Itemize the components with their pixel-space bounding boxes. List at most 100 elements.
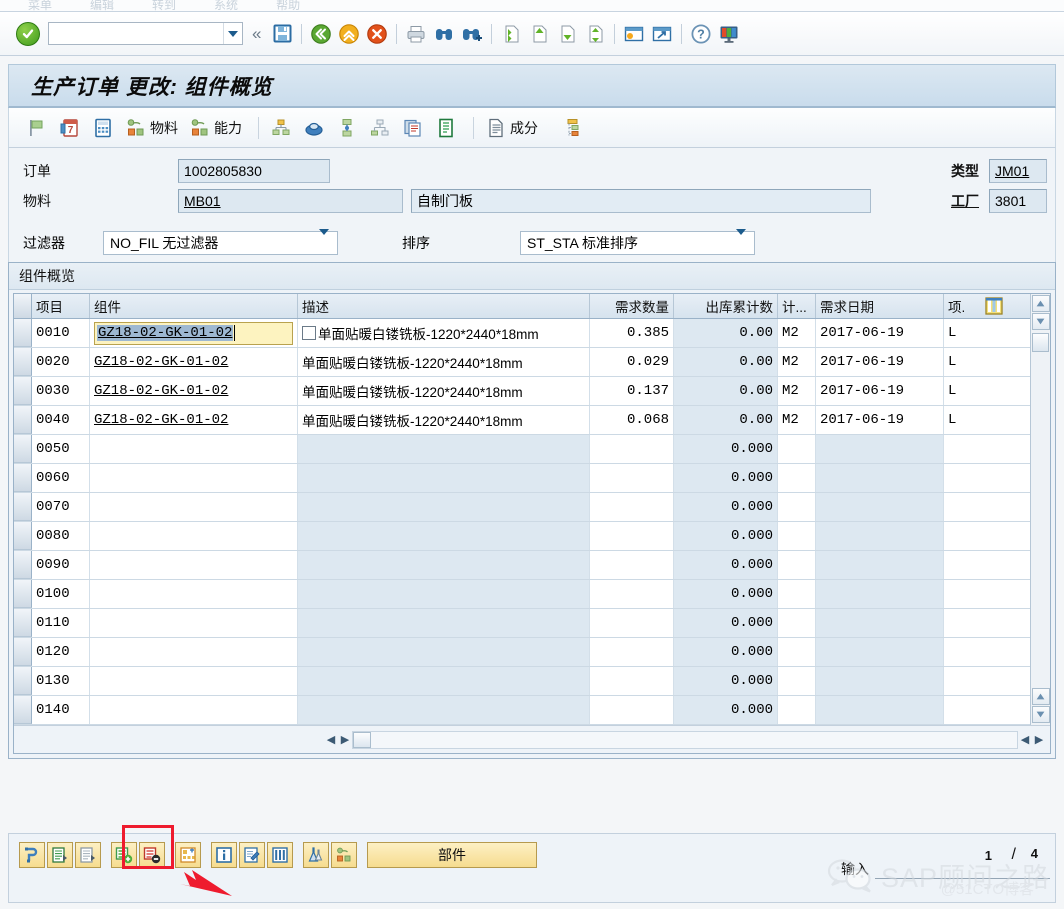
- cell-item[interactable]: 0020: [32, 348, 90, 376]
- cell-component[interactable]: [90, 696, 298, 724]
- table-row[interactable]: 0070 0.000: [14, 493, 1030, 522]
- chevron-down-icon[interactable]: [319, 229, 335, 251]
- cell-req-qty[interactable]: [590, 580, 674, 608]
- settings-items-icon[interactable]: [558, 113, 586, 143]
- cell-item[interactable]: 0120: [32, 638, 90, 666]
- cell-uom[interactable]: [778, 580, 816, 608]
- cell-description[interactable]: 单面贴暖白镂铣板-1220*2440*18mm: [298, 406, 590, 434]
- batch-icon[interactable]: [303, 842, 329, 868]
- cell-description[interactable]: [298, 435, 590, 463]
- cell-item-cat[interactable]: [944, 464, 982, 492]
- cell-req-date[interactable]: [816, 609, 944, 637]
- cell-description[interactable]: [298, 609, 590, 637]
- menu-bar[interactable]: 菜单 编辑 转到 系统 帮助: [0, 0, 1064, 12]
- cell-uom[interactable]: [778, 696, 816, 724]
- col-item[interactable]: 项目: [32, 294, 90, 318]
- row-select-handle[interactable]: [14, 522, 32, 550]
- col-component[interactable]: 组件: [90, 294, 298, 318]
- component-link[interactable]: GZ18-02-GK-01-02: [94, 383, 228, 399]
- cell-req-qty[interactable]: [590, 696, 674, 724]
- cell-req-qty[interactable]: [590, 551, 674, 579]
- sequence-icon[interactable]: [333, 113, 361, 143]
- cell-uom[interactable]: [778, 638, 816, 666]
- cell-withdrawn-qty[interactable]: 0.000: [674, 580, 778, 608]
- cell-req-date[interactable]: [816, 522, 944, 550]
- hscroll-left-button-2[interactable]: ◀: [1018, 732, 1032, 748]
- cell-item-cat[interactable]: [944, 667, 982, 695]
- hscroll-left-button[interactable]: ◀: [324, 732, 338, 748]
- filter-select[interactable]: NO_FIL 无过滤器: [103, 229, 338, 255]
- cell-component[interactable]: GZ18-02-GK-01-02: [90, 348, 298, 376]
- cell-description[interactable]: [298, 464, 590, 492]
- cell-component[interactable]: GZ18-02-GK-01-02: [90, 377, 298, 405]
- col-description[interactable]: 描述: [298, 294, 590, 318]
- type-field[interactable]: JM01: [989, 159, 1047, 183]
- row-select-handle[interactable]: [14, 551, 32, 579]
- cell-item-cat[interactable]: L: [944, 319, 982, 347]
- grid-vertical-scrollbar[interactable]: [1030, 294, 1050, 725]
- row-select-handle[interactable]: [14, 493, 32, 521]
- capacity-icon[interactable]: 能力: [186, 113, 245, 143]
- cell-req-date[interactable]: [816, 464, 944, 492]
- table-row[interactable]: 0050 0.000: [14, 435, 1030, 464]
- cell-component[interactable]: [90, 638, 298, 666]
- previous-page-icon[interactable]: [526, 21, 552, 47]
- cell-component[interactable]: [90, 464, 298, 492]
- cell-component[interactable]: GZ18-02-GK-01-02: [90, 406, 298, 434]
- date-icon[interactable]: 7: [56, 113, 84, 143]
- menu-item-3[interactable]: 系统: [214, 0, 238, 11]
- table-row[interactable]: 0080 0.000: [14, 522, 1030, 551]
- list-document-icon[interactable]: [432, 113, 460, 143]
- print-icon[interactable]: [403, 21, 429, 47]
- table-row[interactable]: 0120 0.000: [14, 638, 1030, 667]
- cell-item[interactable]: 0140: [32, 696, 90, 724]
- row-select-handle[interactable]: [14, 696, 32, 724]
- cell-uom[interactable]: M2: [778, 348, 816, 376]
- cell-withdrawn-qty[interactable]: 0.00: [674, 377, 778, 405]
- cell-req-date[interactable]: [816, 435, 944, 463]
- order-field[interactable]: 1002805830: [178, 159, 330, 183]
- row-select-handle[interactable]: [14, 435, 32, 463]
- col-req-qty[interactable]: 需求数量: [590, 294, 674, 318]
- cell-component[interactable]: [90, 609, 298, 637]
- cancel-icon[interactable]: [364, 21, 390, 47]
- next-page-icon[interactable]: [554, 21, 580, 47]
- row-select-handle[interactable]: [14, 464, 32, 492]
- chevron-down-icon-2[interactable]: [736, 229, 752, 251]
- cell-req-qty[interactable]: 0.029: [590, 348, 674, 376]
- cell-item-cat[interactable]: L: [944, 377, 982, 405]
- cell-item[interactable]: 0130: [32, 667, 90, 695]
- create-session-icon[interactable]: [621, 21, 647, 47]
- customize-layout-icon[interactable]: [716, 21, 742, 47]
- cell-withdrawn-qty[interactable]: 0.000: [674, 551, 778, 579]
- exit-icon[interactable]: [336, 21, 362, 47]
- scroll-up-button-bottom[interactable]: [1031, 688, 1050, 705]
- cell-req-qty[interactable]: [590, 493, 674, 521]
- cell-item[interactable]: 0100: [32, 580, 90, 608]
- flag-icon[interactable]: [23, 113, 51, 143]
- cell-item-cat[interactable]: [944, 522, 982, 550]
- cell-item-cat[interactable]: [944, 493, 982, 521]
- cell-uom[interactable]: M2: [778, 406, 816, 434]
- table-settings-icon[interactable]: [982, 294, 1006, 318]
- pot-icon[interactable]: [300, 113, 328, 143]
- cell-item-cat[interactable]: [944, 551, 982, 579]
- select-all-handle[interactable]: [14, 294, 32, 318]
- cell-item-cat[interactable]: [944, 696, 982, 724]
- cell-component[interactable]: [90, 522, 298, 550]
- table-row[interactable]: 0110 0.000: [14, 609, 1030, 638]
- material-component-icon[interactable]: [331, 842, 357, 868]
- cell-withdrawn-qty[interactable]: 0.000: [674, 435, 778, 463]
- cell-req-date[interactable]: 2017-06-19: [816, 319, 944, 347]
- cell-item-cat[interactable]: [944, 609, 982, 637]
- cell-description[interactable]: 单面贴暖白镂铣板-1220*2440*18mm: [298, 377, 590, 405]
- cell-item[interactable]: 0080: [32, 522, 90, 550]
- component-input[interactable]: GZ18-02-GK-01-02: [94, 321, 293, 345]
- hierarchy-icon[interactable]: [267, 113, 295, 143]
- row-select-handle[interactable]: [14, 377, 32, 405]
- cell-withdrawn-qty[interactable]: 0.000: [674, 609, 778, 637]
- cell-uom[interactable]: [778, 609, 816, 637]
- cell-description[interactable]: 单面贴暖白镂铣板-1220*2440*18mm: [298, 319, 590, 347]
- hscroll-right-button[interactable]: ▶: [338, 732, 352, 748]
- material-field[interactable]: MB01: [178, 189, 403, 213]
